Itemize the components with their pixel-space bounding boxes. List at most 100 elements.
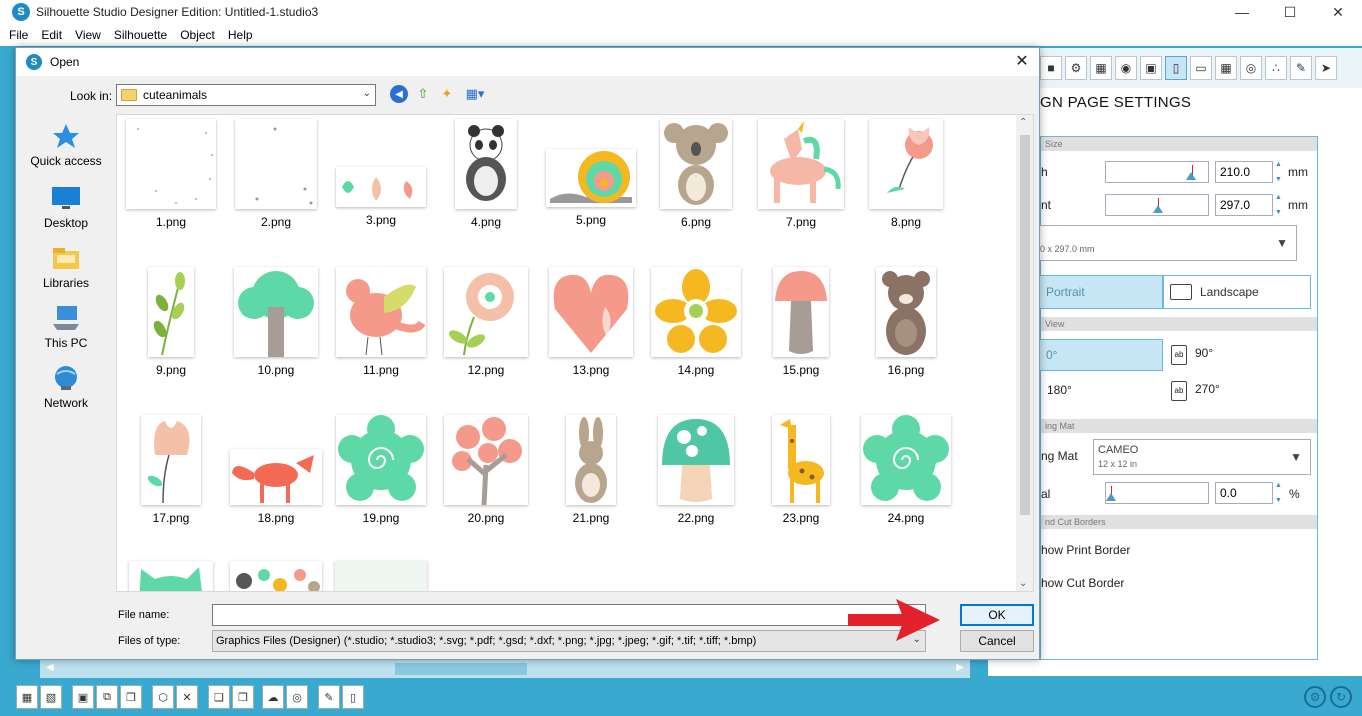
cancel-button[interactable]: Cancel — [960, 630, 1034, 652]
replicate-icon[interactable]: ▦ — [1090, 56, 1112, 80]
settings-gears-icon[interactable]: ⚙ — [1065, 56, 1087, 80]
rotate-90-button[interactable]: ab 90° — [1171, 345, 1213, 365]
release-compound-icon[interactable]: ⧉ — [96, 685, 118, 709]
menu-object[interactable]: Object — [180, 28, 215, 42]
file-item[interactable] — [331, 561, 431, 591]
send-icon[interactable]: ➤ — [1315, 56, 1337, 80]
pen-tool-icon[interactable]: ✎ — [1290, 56, 1312, 80]
file-item[interactable]: 10.png — [226, 267, 326, 377]
place-desktop[interactable]: Desktop — [20, 184, 112, 230]
reveal-slider-thumb[interactable] — [1106, 493, 1116, 501]
file-item[interactable]: 4.png — [436, 119, 536, 229]
knife-icon[interactable]: ✎ — [318, 685, 340, 709]
file-name-input[interactable] — [212, 604, 926, 626]
file-item[interactable]: 16.png — [856, 267, 956, 377]
new-folder-icon[interactable]: ✦ — [438, 85, 456, 103]
file-list-scroll-thumb[interactable] — [1020, 135, 1030, 515]
file-item[interactable]: 20.png — [436, 415, 536, 525]
width-slider[interactable] — [1105, 161, 1209, 183]
bring-forward-icon[interactable]: ❑ — [208, 685, 230, 709]
file-item[interactable]: 2.png — [226, 119, 326, 229]
file-item[interactable]: 18.png — [226, 415, 326, 525]
page-outline-icon[interactable]: ▭ — [1190, 56, 1212, 80]
file-item[interactable]: 13.png — [541, 267, 641, 377]
trace-tool-icon[interactable]: ■ — [1040, 56, 1062, 80]
file-item[interactable]: 1.png — [121, 119, 221, 229]
rotate-270-button[interactable]: ab 270° — [1171, 381, 1220, 401]
send-backward-icon[interactable]: ❒ — [232, 685, 254, 709]
file-item[interactable]: 5.png — [541, 119, 641, 227]
up-folder-icon[interactable]: ⇧ — [414, 85, 432, 103]
menu-help[interactable]: Help — [228, 28, 253, 42]
file-item[interactable]: 12.png — [436, 267, 536, 377]
show-cut-border-checkbox[interactable]: how Cut Border — [1041, 576, 1124, 590]
ok-button[interactable]: OK — [960, 604, 1034, 626]
rotate-0-button[interactable]: 0° — [1039, 339, 1163, 371]
height-spinner[interactable]: ▲ ▼ — [1275, 194, 1285, 216]
menu-view[interactable]: View — [75, 28, 101, 42]
library-icon[interactable]: ▣ — [1140, 56, 1162, 80]
width-slider-thumb[interactable] — [1186, 172, 1196, 180]
file-item[interactable]: 7.png — [751, 119, 851, 229]
file-item[interactable]: 11.png — [331, 267, 431, 377]
file-item[interactable]: 23.png — [751, 415, 851, 525]
height-input[interactable]: 297.0 — [1215, 194, 1273, 216]
menu-file[interactable]: File — [9, 28, 28, 42]
portrait-button[interactable]: Portrait — [1039, 275, 1163, 309]
file-item[interactable] — [226, 561, 326, 591]
file-item[interactable]: 24.png — [856, 415, 956, 525]
file-item[interactable] — [121, 561, 221, 591]
height-slider[interactable] — [1105, 194, 1209, 216]
view-menu-icon[interactable]: ▦▾ — [462, 85, 488, 103]
place-libraries[interactable]: Libraries — [20, 244, 112, 290]
settings-gear-icon[interactable]: ⚙ — [1304, 686, 1326, 708]
group-icon[interactable]: ▦ — [16, 685, 38, 709]
file-list-scrollbar[interactable]: ⌃ ⌄ — [1016, 115, 1033, 591]
file-item[interactable]: 14.png — [646, 267, 746, 377]
file-item[interactable]: 19.png — [331, 415, 431, 525]
file-item[interactable]: 9.png — [121, 267, 221, 377]
file-item[interactable]: 6.png — [646, 119, 746, 229]
scroll-right-icon[interactable]: ▶ — [956, 662, 964, 673]
scroll-down-icon[interactable]: ⌄ — [1019, 578, 1027, 589]
file-item[interactable]: 21.png — [541, 415, 641, 525]
reveal-spinner[interactable]: ▲ ▼ — [1275, 482, 1285, 504]
reveal-input[interactable]: 0.0 — [1215, 482, 1273, 504]
file-item[interactable]: 3.png — [331, 119, 431, 227]
make-compound-icon[interactable]: ▣ — [72, 685, 94, 709]
dots-icon[interactable]: ∴ — [1265, 56, 1287, 80]
duplicate-icon[interactable]: ❐ — [120, 685, 142, 709]
close-icon[interactable]: ✕ — [1314, 0, 1362, 24]
delete-icon[interactable]: ✕ — [176, 685, 198, 709]
store-icon[interactable]: ◉ — [1115, 56, 1137, 80]
rotate-180-label[interactable]: 180° — [1047, 383, 1072, 397]
reveal-slider[interactable] — [1105, 482, 1209, 504]
ungroup-icon[interactable]: ▧ — [40, 685, 62, 709]
file-item[interactable]: 8.png — [856, 119, 956, 229]
page-size-dropdown[interactable]: 0 x 297.0 mm ▼ — [1039, 225, 1297, 261]
menu-silhouette[interactable]: Silhouette — [114, 28, 167, 42]
place-quick-access[interactable]: Quick access — [20, 122, 112, 168]
back-arrow-icon[interactable]: ◀ — [390, 85, 408, 103]
registration-icon[interactable]: ◎ — [1240, 56, 1262, 80]
menu-edit[interactable]: Edit — [41, 28, 62, 42]
maximize-icon[interactable]: ☐ — [1266, 0, 1314, 24]
dialog-close-icon[interactable]: ✕ — [1011, 51, 1033, 73]
width-input[interactable]: 210.0 — [1215, 161, 1273, 183]
page-settings-icon[interactable]: ▯ — [1165, 56, 1187, 80]
file-item[interactable]: 17.png — [121, 415, 221, 525]
place-this-pc[interactable]: This PC — [20, 304, 112, 350]
refresh-icon[interactable]: ↻ — [1330, 686, 1352, 708]
landscape-button[interactable]: Landscape — [1163, 275, 1311, 309]
file-item[interactable]: 15.png — [751, 267, 851, 377]
cutting-mat-dropdown[interactable]: CAMEO 12 x 12 in ▼ — [1093, 439, 1311, 475]
show-print-border-checkbox[interactable]: how Print Border — [1041, 543, 1130, 557]
file-item[interactable]: 22.png — [646, 415, 746, 525]
place-network[interactable]: Network — [20, 364, 112, 410]
files-of-type-select[interactable]: Graphics Files (Designer) (*.studio; *.s… — [212, 630, 926, 652]
offset-icon[interactable]: ◎ — [286, 685, 308, 709]
canvas-scroll-thumb[interactable] — [395, 663, 527, 675]
minimize-icon[interactable]: — — [1218, 0, 1266, 24]
grid-icon[interactable]: ▦ — [1215, 56, 1237, 80]
scroll-left-icon[interactable]: ◀ — [46, 662, 54, 673]
